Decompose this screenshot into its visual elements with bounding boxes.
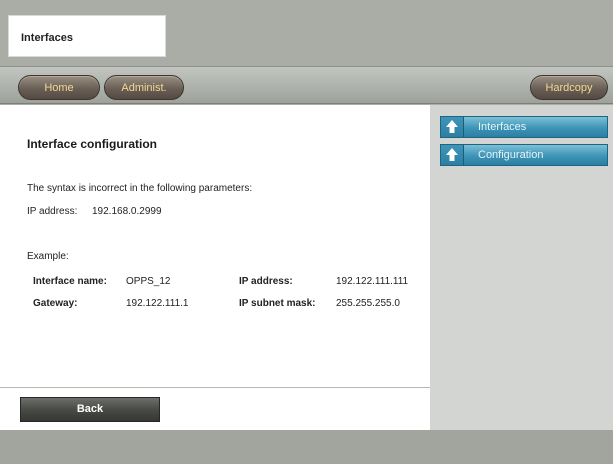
up-arrow-icon: [441, 145, 464, 165]
sidebar-item-configuration[interactable]: Configuration: [440, 144, 608, 166]
back-button[interactable]: Back: [20, 397, 160, 422]
sidebar-item-interfaces[interactable]: Interfaces: [440, 116, 608, 138]
gateway-label: Gateway:: [33, 298, 78, 309]
main-panel: Interface configuration The syntax is in…: [0, 105, 430, 387]
side-panel: Interfaces Configuration: [430, 105, 613, 430]
ip-address-label: IP address:: [239, 276, 293, 287]
subnet-mask-label: IP subnet mask:: [239, 298, 316, 309]
sidebar-item-label: Interfaces: [478, 121, 527, 133]
window-title: Interfaces: [8, 15, 166, 57]
gateway-value: 192.122.111.1: [126, 298, 189, 309]
interface-name-label: Interface name:: [33, 276, 107, 287]
page-title: Interface configuration: [27, 137, 158, 151]
nav-bar: Home Administ. Hardcopy: [0, 66, 613, 104]
error-message: The syntax is incorrect in the following…: [27, 183, 253, 194]
bottom-bar: [0, 430, 613, 464]
up-arrow-icon: [441, 117, 464, 137]
error-param-label: IP address:: [27, 206, 78, 217]
administration-button[interactable]: Administ.: [104, 75, 184, 100]
subnet-mask-value: 255.255.255.0: [336, 298, 400, 309]
sidebar-item-label: Configuration: [478, 149, 544, 161]
ip-address-value: 192.122.111.111: [336, 276, 409, 287]
error-param-value: 192.168.0.2999: [92, 206, 162, 217]
example-label: Example:: [27, 251, 69, 262]
interface-name-value: OPPS_12: [126, 276, 171, 287]
hardcopy-button[interactable]: Hardcopy: [530, 75, 608, 100]
home-button[interactable]: Home: [18, 75, 100, 100]
